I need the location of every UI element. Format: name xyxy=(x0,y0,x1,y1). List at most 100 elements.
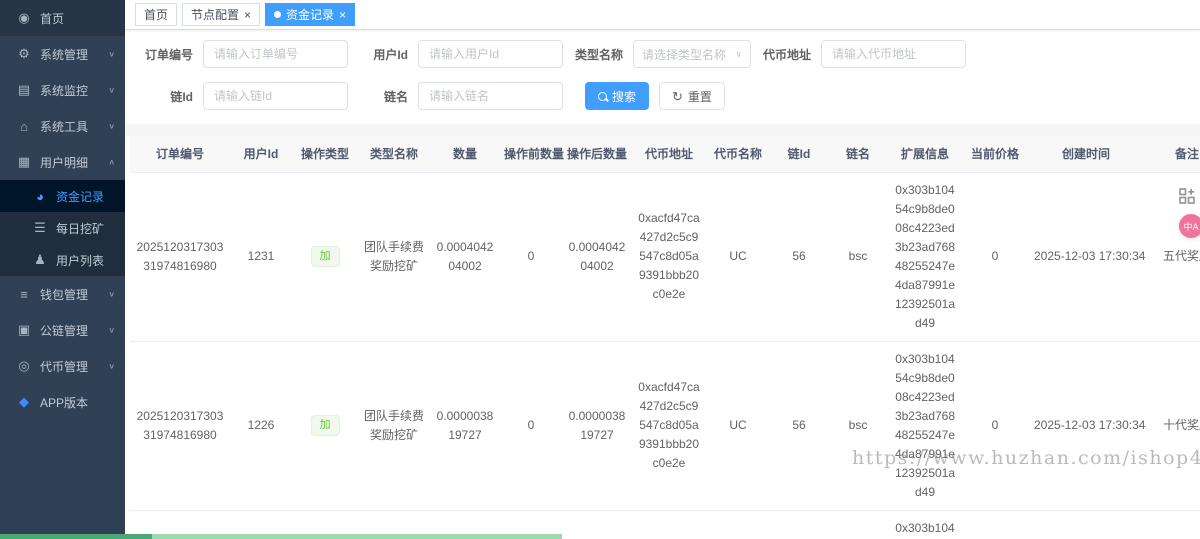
cell-ext-info: 0x303b10454c9b8de008c4223ed3b23ad7684825… xyxy=(888,510,962,539)
cell-price: 0 xyxy=(962,172,1028,342)
cell-chain-name: bsc xyxy=(828,510,888,539)
column-header: 扩展信息 xyxy=(888,136,962,173)
cell-user-id: 1231 xyxy=(230,172,292,342)
column-header: 创建时间 xyxy=(1028,136,1144,173)
column-header: 订单编号 xyxy=(130,136,230,173)
refresh-icon: ↻ xyxy=(672,88,683,104)
cell-type-name: 团队手续费奖励挖矿 xyxy=(358,341,430,511)
cell-ext-info: 0x303b10454c9b8de008c4223ed3b23ad7684825… xyxy=(888,172,962,342)
search-button[interactable]: 搜索 xyxy=(585,82,650,110)
chevron-down-icon: ∨ xyxy=(108,361,115,370)
token-address-input[interactable] xyxy=(821,40,966,68)
cell-after-amount: 0.000000000021 xyxy=(562,510,632,539)
form-label: 链名 xyxy=(383,89,408,104)
cell-op-type: 加 xyxy=(292,172,358,342)
search-icon xyxy=(598,91,607,101)
sidebar-item-label: 系统监控 xyxy=(40,83,89,98)
tab-node-config[interactable]: 节点配置 × xyxy=(182,3,261,26)
submenu-user-detail: ◕ 资金记录 ☰ 每日挖矿 ♟ 用户列表 xyxy=(0,180,125,276)
sidebar: ◉ 首页 ⚙ 系统管理 ∨ ▤ 系统监控 ∨ ⌂ 系统工具 ∨ ▦ 用户明细 ∧ ◕ 资金记录 ☰ 每日挖矿 ♟ 用户… xyxy=(0,0,125,539)
sidebar-item-chain-mgmt[interactable]: ▣ 公链管理 ∨ xyxy=(0,312,125,348)
cell-remark: 十代奖励 xyxy=(1144,510,1200,539)
cell-chain-id: 56 xyxy=(770,172,828,342)
form-label: 用户Id xyxy=(373,47,408,62)
chevron-down-icon: ∨ xyxy=(108,121,115,130)
sidebar-item-wallet-mgmt[interactable]: ≡ 钱包管理 ∨ xyxy=(0,276,125,312)
column-header: 链Id xyxy=(770,136,828,173)
cell-op-type: 加 xyxy=(292,341,358,511)
cell-ext-info: 0x303b10454c9b8de008c4223ed3b23ad7684825… xyxy=(888,341,962,511)
cell-token-address: 0xacfd47ca427d2c5c9547c8d05a9391bbb20c0e… xyxy=(632,341,706,511)
tab-label: 节点配置 xyxy=(191,8,240,22)
cell-amount: 0.000404204002 xyxy=(430,172,500,342)
form-item-chain-name: 链名 xyxy=(348,82,563,110)
sidebar-item-daily-mining[interactable]: ☰ 每日挖矿 xyxy=(0,212,125,244)
sidebar-item-fund-records[interactable]: ◕ 资金记录 xyxy=(0,180,125,212)
sidebar-item-label: 公链管理 xyxy=(40,323,89,338)
droplet-icon: ◕ xyxy=(36,188,44,204)
wallet-icon: ≡ xyxy=(20,286,28,302)
scrollbar-thumb[interactable] xyxy=(0,534,152,539)
reset-button-label: 重置 xyxy=(687,89,712,104)
chain-id-input[interactable] xyxy=(203,82,348,110)
order-no-input[interactable] xyxy=(203,40,348,68)
list-icon: ☰ xyxy=(34,220,46,235)
close-icon[interactable]: × xyxy=(244,9,251,21)
cell-after-amount: 0.000404204002 xyxy=(562,172,632,342)
cell-chain-id: 56 xyxy=(770,341,828,511)
cell-created-at: 2025-12-03 17:30:34 xyxy=(1028,341,1145,511)
column-header: 链名 xyxy=(828,136,888,173)
table-row: 202512031730331974816980 1226 加团队手续费奖励挖矿 0.… xyxy=(130,341,1200,511)
chevron-down-icon: ∨ xyxy=(108,325,115,334)
user-id-input[interactable] xyxy=(418,40,563,68)
tab-home[interactable]: 首页 xyxy=(135,3,178,26)
cell-after-amount: 0.000003819727 xyxy=(562,341,632,511)
form-row-1: 订单编号 用户Id 类型名称 请选择类型名称 ∨ 代币地址 xyxy=(133,40,1200,68)
fund-records-table: 订单编号 用户Id 操作类型 类型名称 数量 操作前数量 操作后数量 代币地址 代币名称 链Id 链… xyxy=(125,136,1200,539)
cell-price: 898 xyxy=(962,510,1028,539)
close-icon[interactable]: × xyxy=(339,9,346,21)
sidebar-item-label: 用户明细 xyxy=(40,155,89,170)
active-dot-icon xyxy=(274,11,282,18)
form-label: 类型名称 xyxy=(574,47,623,62)
cell-user-id: 1226 xyxy=(230,341,292,511)
tab-fund-records[interactable]: 资金记录 × xyxy=(265,3,356,26)
column-header: 用户Id xyxy=(230,136,292,173)
column-header: 操作类型 xyxy=(292,136,358,173)
chevron-down-icon: ∨ xyxy=(108,49,115,58)
sidebar-item-label: 系统工具 xyxy=(40,119,89,134)
sidebar-item-label: 用户列表 xyxy=(56,253,105,268)
sidebar-item-system-mgmt[interactable]: ⚙ 系统管理 ∨ xyxy=(0,36,125,72)
sidebar-item-user-list[interactable]: ♟ 用户列表 xyxy=(0,244,125,276)
toolbox-icon: ⌂ xyxy=(20,118,28,134)
coin-icon: ◎ xyxy=(18,358,30,373)
dashboard-icon: ◉ xyxy=(18,10,30,25)
search-form: 订单编号 用户Id 类型名称 请选择类型名称 ∨ 代币地址链Id 链名 搜索 ↻ 重置 xyxy=(125,30,1200,110)
sidebar-item-user-detail[interactable]: ▦ 用户明细 ∧ xyxy=(0,144,125,180)
user-icon: ♟ xyxy=(34,252,46,267)
select-placeholder: 请选择类型名称 xyxy=(642,47,727,62)
chain-name-input[interactable] xyxy=(418,82,563,110)
form-row-2: 链Id 链名 搜索 ↻ 重置 xyxy=(133,82,1200,110)
chevron-up-icon: ∧ xyxy=(108,157,115,166)
form-label: 链Id xyxy=(170,89,193,104)
type-name-select[interactable]: 请选择类型名称 ∨ xyxy=(633,40,751,68)
cell-before-amount: 0 xyxy=(500,172,562,342)
sidebar-item-system-tools[interactable]: ⌂ 系统工具 ∨ xyxy=(0,108,125,144)
cell-type-name: 团队手续费奖励挖矿 xyxy=(358,172,430,342)
sidebar-item-token-mgmt[interactable]: ◎ 代币管理 ∨ xyxy=(0,348,125,384)
layout-widget-icon[interactable] xyxy=(1179,188,1195,209)
chevron-down-icon: ∨ xyxy=(108,289,115,298)
cell-price: 0 xyxy=(962,341,1028,511)
form-label: 代币地址 xyxy=(762,47,811,62)
translate-badge[interactable]: 中A xyxy=(1179,214,1200,238)
cell-amount: 0.000003819727 xyxy=(430,341,500,511)
sidebar-item-home[interactable]: ◉ 首页 xyxy=(0,0,125,36)
horizontal-scrollbar[interactable] xyxy=(0,534,562,539)
reset-button[interactable]: ↻ 重置 xyxy=(659,82,725,110)
sidebar-item-system-monitor[interactable]: ▤ 系统监控 ∨ xyxy=(0,72,125,108)
table-row: 202512031730331974816980 1231 加团队手续费奖励挖矿 0.… xyxy=(130,172,1200,342)
form-item-order-no: 订单编号 xyxy=(133,40,348,68)
sidebar-item-app-version[interactable]: ◆ APP版本 xyxy=(0,384,125,420)
cell-token-name: BNB xyxy=(706,510,770,539)
